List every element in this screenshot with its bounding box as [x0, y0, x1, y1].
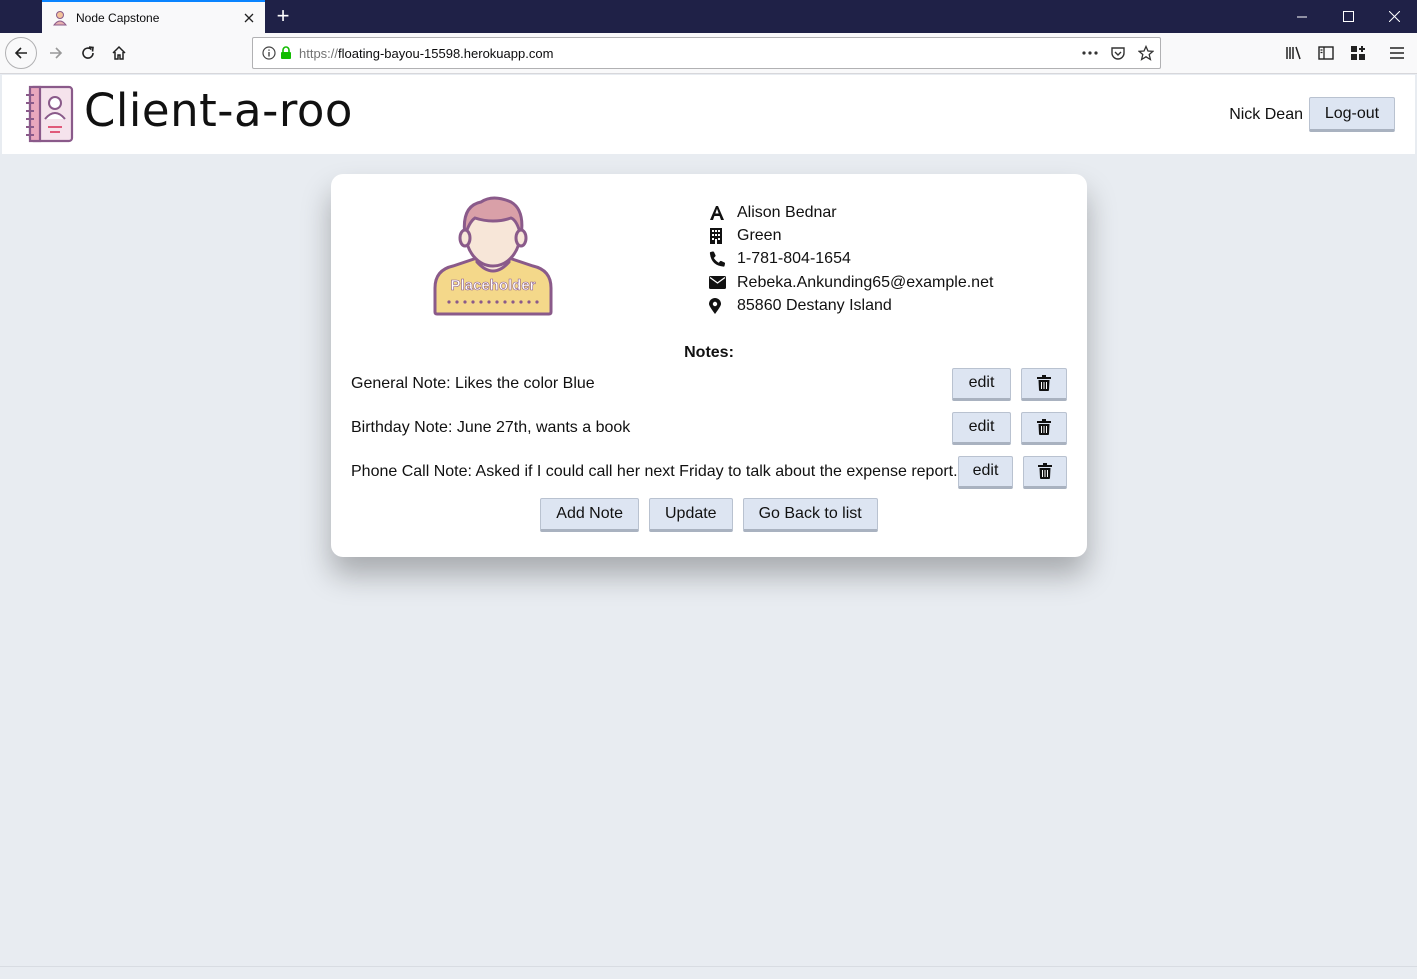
note-text: General Note: Likes the color Blue — [351, 375, 595, 392]
note-text: Phone Call Note: Asked if I could call h… — [351, 463, 958, 480]
bookmark-star-icon[interactable] — [1132, 39, 1160, 67]
back-arrow-icon — [14, 47, 27, 59]
building-icon — [709, 227, 737, 244]
library-icon — [1286, 46, 1301, 60]
lock-icon — [279, 46, 293, 60]
maximize-icon[interactable] — [1325, 0, 1371, 33]
update-button[interactable]: Update — [648, 498, 733, 532]
back-button[interactable] — [5, 37, 37, 69]
url-host: floating-bayou-15598.herokuapp.com — [338, 45, 554, 61]
user-icon — [709, 205, 737, 221]
browser-navbar: https://floating-bayou-15598.herokuapp.c… — [0, 33, 1417, 74]
pocket-icon[interactable] — [1104, 39, 1132, 67]
favicon-icon — [52, 10, 68, 25]
close-window-icon[interactable] — [1371, 0, 1417, 33]
delete-note-button[interactable] — [1021, 411, 1067, 445]
home-icon — [112, 45, 126, 60]
forward-button[interactable] — [40, 37, 72, 69]
note-text: Birthday Note: June 27th, wants a book — [351, 419, 631, 436]
grid-icon — [1351, 46, 1365, 60]
forward-arrow-icon — [50, 47, 63, 59]
note-row: Birthday Note: June 27th, wants a book e… — [351, 410, 1067, 446]
sidebar-button[interactable] — [1310, 37, 1342, 69]
trash-icon — [1038, 463, 1053, 479]
client-info: Alison Bednar Green 1-781-804-1654 Rebek… — [709, 201, 993, 317]
client-address: 85860 Destany Island — [737, 296, 892, 314]
user-name: Nick Dean — [1229, 106, 1303, 123]
notes-heading: Notes: — [684, 344, 734, 361]
edit-note-button[interactable]: edit — [952, 367, 1011, 401]
delete-note-button[interactable] — [1021, 367, 1067, 401]
client-phone-row: 1-781-804-1654 — [709, 248, 993, 271]
tab-title: Node Capstone — [76, 10, 160, 25]
client-card: Placeholder Alison Bednar Green 1-781-80… — [331, 174, 1087, 557]
add-note-button[interactable]: Add Note — [540, 498, 639, 532]
contact-book-logo-icon — [26, 85, 74, 143]
reload-icon — [82, 46, 94, 59]
home-button[interactable] — [103, 37, 135, 69]
tab-close-icon[interactable] — [237, 6, 261, 30]
minimize-icon[interactable] — [1279, 0, 1325, 33]
app-header: Client-a-roo Nick Dean Log-out — [2, 75, 1415, 154]
client-name: Alison Bednar — [737, 203, 837, 221]
app-brand-title: Client-a-roo — [84, 84, 353, 137]
client-address-row: 85860 Destany Island — [709, 294, 993, 317]
avatar-label: Placeholder — [450, 277, 535, 294]
note-row: Phone Call Note: Asked if I could call h… — [351, 454, 1067, 490]
card-actions: Add Note Update Go Back to list — [331, 498, 1087, 532]
avatar-placeholder: Placeholder — [433, 196, 553, 316]
client-company: Green — [737, 226, 782, 244]
address-bar[interactable]: https://floating-bayou-15598.herokuapp.c… — [252, 37, 1161, 69]
client-name-row: Alison Bednar — [709, 201, 993, 224]
page-actions-icon[interactable] — [1076, 39, 1104, 67]
sidebar-icon — [1318, 46, 1334, 60]
browser-titlebar: Node Capstone + — [0, 0, 1417, 33]
bottom-edge — [0, 966, 1417, 979]
client-email: Rebeka.Ankunding65@example.net — [737, 273, 994, 291]
edit-note-button[interactable]: edit — [957, 455, 1014, 489]
go-back-button[interactable]: Go Back to list — [742, 498, 878, 532]
logout-button[interactable]: Log-out — [1309, 97, 1395, 132]
menu-button[interactable] — [1381, 37, 1413, 69]
url-text: https://floating-bayou-15598.herokuapp.c… — [299, 46, 1076, 61]
trash-icon — [1037, 419, 1051, 435]
client-company-row: Green — [709, 224, 993, 247]
client-phone: 1-781-804-1654 — [737, 250, 851, 268]
browser-tab[interactable]: Node Capstone — [42, 0, 265, 33]
library-button[interactable] — [1278, 37, 1310, 69]
note-row: General Note: Likes the color Blue edit — [351, 366, 1067, 402]
window-controls — [1279, 0, 1417, 33]
client-email-row: Rebeka.Ankunding65@example.net — [709, 271, 993, 294]
map-marker-icon — [709, 297, 737, 314]
reload-button[interactable] — [72, 37, 104, 69]
edit-note-button[interactable]: edit — [952, 411, 1011, 445]
envelope-icon — [709, 276, 737, 290]
phone-icon — [709, 251, 737, 267]
extensions-button[interactable] — [1342, 37, 1374, 69]
trash-icon — [1037, 375, 1051, 391]
url-prefix: https:// — [299, 45, 339, 61]
delete-note-button[interactable] — [1023, 455, 1067, 489]
new-tab-button[interactable]: + — [270, 4, 296, 30]
hamburger-icon — [1390, 47, 1404, 59]
